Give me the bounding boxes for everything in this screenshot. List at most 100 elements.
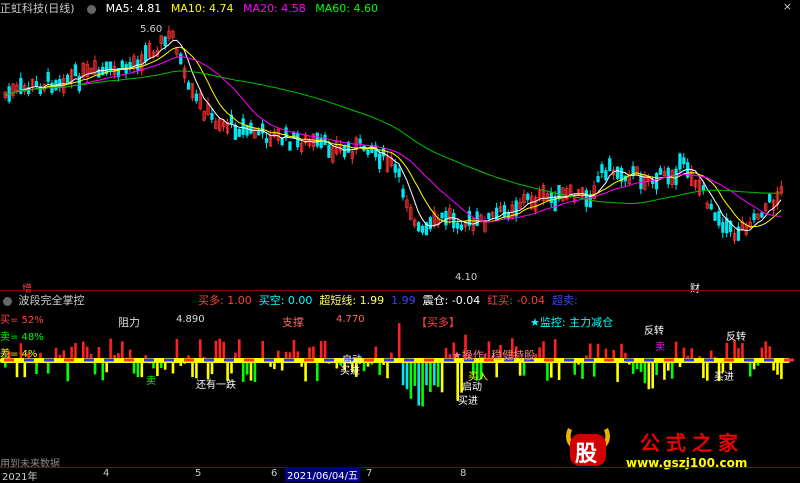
indicator-bar <box>363 360 366 371</box>
candle <box>616 166 619 180</box>
candle <box>585 188 588 213</box>
candle <box>710 199 713 210</box>
candle <box>180 52 183 64</box>
indicator-bar <box>671 360 674 379</box>
candle <box>176 48 179 57</box>
indicator-bar <box>406 360 409 389</box>
indicator-bar <box>156 360 159 376</box>
candle <box>714 212 717 221</box>
candle <box>527 192 530 203</box>
indicator-bar <box>254 360 257 382</box>
candle <box>726 213 729 237</box>
stock-name[interactable]: 正虹科技(日线) <box>0 2 75 15</box>
indicator-bar <box>172 360 175 373</box>
ma-line <box>5 71 781 204</box>
signal-label: 【买多】 <box>416 314 460 330</box>
indicator-bar <box>757 360 760 366</box>
watermark-logo-char: 股 <box>575 436 597 468</box>
indicator-bar <box>577 360 580 365</box>
candlestick-chart[interactable] <box>0 0 800 290</box>
sub-settings-icon[interactable] <box>3 297 12 306</box>
candle <box>359 135 362 149</box>
indicator-bar <box>230 360 233 373</box>
indicator-bar <box>59 355 62 360</box>
indicator-bar <box>289 352 292 360</box>
indicator-bar <box>761 348 764 360</box>
buy-in-annotation-3: 买进 <box>714 368 734 383</box>
indicator-bar <box>265 360 268 362</box>
x-axis-year: 2021年 <box>2 468 37 483</box>
indicator-bar <box>113 355 116 360</box>
sell-annotation-1: 卖 <box>146 372 156 387</box>
indicator-bar <box>410 360 413 399</box>
candle <box>4 91 7 101</box>
indicator-bar <box>133 360 136 374</box>
indicator-bar <box>667 360 670 371</box>
candle <box>121 59 124 67</box>
candle <box>683 153 686 168</box>
indicator-bar <box>63 350 66 360</box>
indicator-bar <box>180 360 183 366</box>
settings-icon[interactable] <box>87 5 96 14</box>
current-date: 2021/06/04/五 <box>285 467 360 482</box>
indicator-bar <box>336 360 339 368</box>
candle <box>78 73 81 94</box>
indicator-bar <box>328 360 331 364</box>
indicator-stats: 买多: 1.00买空: 0.00超短线: 1.991.99震仓: -0.04红买… <box>198 292 585 308</box>
indicator-bar <box>589 344 592 360</box>
ma10-label: MA10: 4.74 <box>171 2 234 15</box>
indicator-bar <box>609 359 612 360</box>
indicator-bar <box>382 360 385 365</box>
candle <box>66 73 69 84</box>
x-tick-7: 7 <box>366 468 372 479</box>
indicator-bar <box>375 347 378 360</box>
candle <box>694 180 697 191</box>
candle <box>12 83 15 98</box>
candle <box>367 149 370 158</box>
indicator-bar <box>203 357 206 360</box>
candle <box>375 142 378 161</box>
sell-annotation-2: 卖 <box>655 338 665 353</box>
indicator-bar <box>160 360 163 368</box>
indicator-bar <box>726 343 729 360</box>
candle <box>453 209 456 232</box>
candle <box>679 152 682 173</box>
indicator-bar <box>261 341 264 360</box>
close-icon[interactable]: × <box>783 0 792 13</box>
indicator-bar <box>51 360 54 361</box>
candle <box>499 202 502 212</box>
indicator-bar <box>605 349 608 360</box>
chart-header: 正虹科技(日线) MA5: 4.81 MA10: 4.74 MA20: 4.58… <box>0 0 800 14</box>
indicator-bar <box>250 360 253 381</box>
candle <box>523 189 526 206</box>
indicator-bar <box>597 344 600 360</box>
indicator-bar <box>78 360 81 362</box>
indicator-bar <box>683 348 686 360</box>
drop-annotation: 还有一跌 <box>196 376 236 391</box>
indicator-bar <box>581 360 584 379</box>
watermark-title: 公式之家 <box>640 427 744 456</box>
candle <box>74 62 77 76</box>
indicator-bar <box>390 353 393 360</box>
indicator-bar <box>125 358 128 360</box>
indicator-bar <box>636 360 639 369</box>
candle <box>109 62 112 76</box>
indicator-bar <box>753 360 756 369</box>
indicator-bar <box>562 360 565 361</box>
indicator-bar <box>694 360 697 361</box>
candle <box>671 169 674 188</box>
zero-line <box>0 358 794 363</box>
indicator-bar <box>199 339 202 360</box>
indicator-bar <box>558 360 561 380</box>
ma-line <box>5 47 781 226</box>
indicator-bar <box>121 341 124 360</box>
sub-panel-title[interactable]: 波段完全掌控 <box>19 294 85 307</box>
indicator-bar <box>74 343 77 360</box>
indicator-bar <box>593 360 596 377</box>
indicator-bar <box>550 360 553 378</box>
indicator-bar <box>710 351 713 360</box>
indicator-bar <box>82 342 85 360</box>
candle <box>402 185 405 201</box>
indicator-bar <box>152 360 155 368</box>
indicator-bar <box>624 353 627 360</box>
